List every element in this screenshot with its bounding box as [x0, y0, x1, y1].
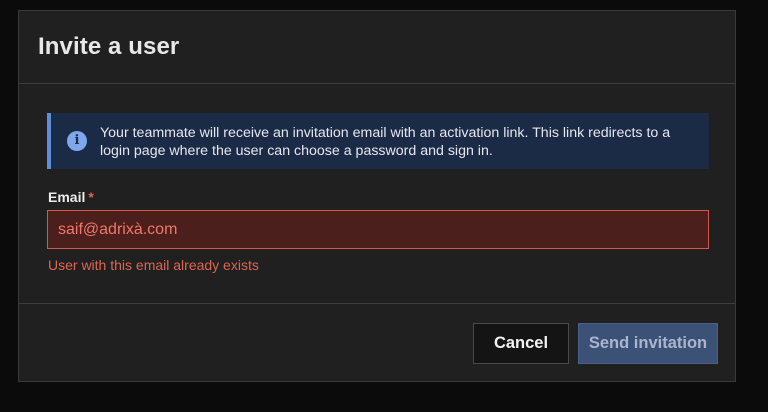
email-label-text: Email: [48, 189, 86, 205]
cancel-button[interactable]: Cancel: [473, 323, 569, 364]
invite-user-dialog: Invite a user i Your teammate will recei…: [18, 10, 736, 382]
info-icon: i: [67, 131, 87, 151]
email-label: Email *: [48, 189, 94, 205]
info-callout: i Your teammate will receive an invitati…: [47, 113, 709, 169]
email-error-message: User with this email already exists: [48, 257, 259, 273]
send-invitation-button[interactable]: Send invitation: [578, 323, 718, 364]
dialog-title: Invite a user: [38, 33, 180, 60]
info-message: Your teammate will receive an invitation…: [100, 125, 671, 159]
required-marker: *: [88, 189, 94, 205]
dialog-header: Invite a user: [19, 11, 735, 84]
email-input[interactable]: [47, 210, 709, 249]
dialog-footer: Cancel Send invitation: [19, 303, 735, 381]
